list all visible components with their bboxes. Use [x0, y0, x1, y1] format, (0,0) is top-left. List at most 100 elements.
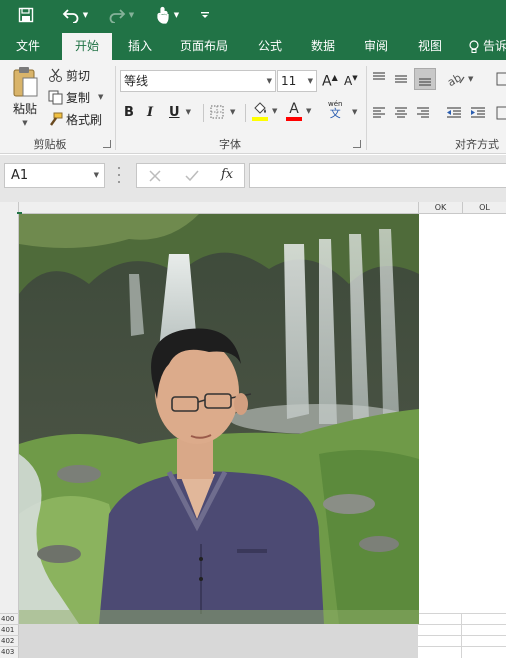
tab-view[interactable]: 视图	[408, 33, 452, 60]
bold-button[interactable]: B	[124, 102, 134, 122]
tab-file[interactable]: 文件	[6, 33, 50, 60]
quick-access-toolbar: ▼ ▼ ▼	[0, 0, 506, 31]
chevron-down-icon[interactable]: ▼	[230, 108, 235, 116]
chevron-down-icon[interactable]: ▼	[98, 93, 103, 101]
chevron-down-icon[interactable]: ▼	[174, 11, 179, 19]
clipboard-dialog-launcher-icon[interactable]	[103, 140, 111, 148]
top-align-button[interactable]	[372, 70, 390, 88]
chevron-down-icon[interactable]: ▼	[186, 108, 191, 116]
middle-align-button[interactable]	[394, 70, 412, 88]
cells-area[interactable]	[418, 614, 506, 658]
fill-color-button[interactable]: ▼	[252, 100, 277, 122]
chevron-down-icon[interactable]: ▼	[267, 71, 272, 91]
tab-page-layout[interactable]: 页面布局	[172, 33, 236, 60]
svg-text:ab: ab	[448, 71, 464, 87]
grow-font-button[interactable]: A▲	[322, 72, 338, 90]
bottom-align-button[interactable]	[414, 68, 436, 90]
tab-formulas[interactable]: 公式	[248, 33, 292, 60]
redo-icon[interactable]: ▼	[104, 4, 138, 26]
formula-bar: A1 ▼ fx	[0, 155, 506, 202]
font-dialog-launcher-icon[interactable]	[353, 140, 361, 148]
divider	[245, 104, 246, 122]
decrease-indent-icon	[447, 107, 461, 118]
chevron-down-icon[interactable]: ▼	[94, 164, 99, 187]
font-color-letter: A	[289, 101, 299, 117]
tell-me-box[interactable]: 告诉	[468, 33, 506, 60]
save-icon[interactable]	[16, 4, 36, 26]
ribbon-tabs: 文件 开始 插入 页面布局 公式 数据 审阅 视图 告诉	[0, 31, 506, 60]
tab-data[interactable]: 数据	[301, 33, 345, 60]
enter-check-icon[interactable]	[185, 170, 199, 182]
formula-bar-grip-icon[interactable]	[118, 167, 122, 183]
formula-input[interactable]	[249, 163, 506, 188]
borders-button[interactable]: ▼	[210, 102, 235, 122]
paint-bucket-icon	[252, 101, 268, 121]
cut-button[interactable]: 剪切	[48, 66, 90, 84]
paste-label: 粘贴	[12, 102, 37, 116]
font-group-label: 字体	[219, 138, 241, 151]
tell-me-label: 告诉	[483, 39, 506, 53]
phonetic-guide-button[interactable]: wén 文	[328, 100, 342, 122]
chevron-down-icon[interactable]: ▼	[306, 107, 311, 115]
undo-icon[interactable]: ▼	[58, 4, 92, 26]
cancel-icon[interactable]	[149, 170, 161, 182]
format-painter-button[interactable]: 格式刷	[48, 110, 102, 128]
customize-qat-icon[interactable]	[198, 4, 212, 26]
worksheet-grid[interactable]: OK OL 400 401 402 403	[0, 202, 506, 658]
row-header[interactable]: 402	[0, 635, 19, 646]
row-header[interactable]: 400	[0, 613, 19, 624]
italic-button[interactable]: I	[147, 102, 153, 122]
paste-button[interactable]: 粘贴 ▼	[8, 66, 42, 132]
phonetic-char: 文	[329, 107, 341, 120]
font-grow-icon: A▲	[322, 72, 338, 90]
underline-button[interactable]: U ▼	[169, 102, 191, 122]
font-name-value: 等线	[124, 74, 149, 88]
orientation-button[interactable]: ab ▼	[448, 70, 473, 88]
shrink-font-button[interactable]: A▼	[344, 72, 358, 90]
font-size-select[interactable]: 11 ▼	[277, 70, 317, 92]
tab-review[interactable]: 审阅	[354, 33, 398, 60]
gridline	[418, 613, 506, 614]
lightbulb-icon	[469, 39, 479, 53]
align-left-button[interactable]	[372, 104, 390, 122]
align-middle-icon	[395, 75, 407, 83]
wrap-text-button[interactable]	[496, 70, 506, 88]
font-color-button[interactable]: A ▼	[286, 100, 311, 122]
merge-center-button[interactable]	[496, 104, 506, 122]
copy-button[interactable]: 复制 ▼	[48, 88, 103, 106]
cut-label: 剪切	[66, 68, 91, 83]
align-right-button[interactable]	[416, 104, 434, 122]
inserted-picture[interactable]	[19, 214, 419, 624]
column-headers: OK OL	[0, 202, 506, 214]
chevron-down-icon[interactable]: ▼	[468, 75, 473, 83]
chevron-down-icon[interactable]: ▼	[83, 11, 88, 19]
tab-home[interactable]: 开始	[62, 33, 112, 60]
chevron-down-icon[interactable]: ▼	[308, 71, 313, 91]
align-center-button[interactable]	[394, 104, 412, 122]
chevron-down-icon[interactable]: ▼	[129, 11, 134, 19]
ribbon-home: 粘贴 ▼ 剪切 复制 ▼ 格式刷 剪贴板 等线 ▼ 11 ▼ A▲ A▼ B I…	[0, 60, 506, 154]
gridline	[418, 624, 506, 625]
insert-function-button[interactable]: fx	[221, 167, 233, 182]
formula-buttons: fx	[136, 163, 245, 188]
align-top-icon	[373, 72, 385, 80]
row-header[interactable]: 403	[0, 646, 19, 657]
wrap-text-icon	[496, 72, 506, 86]
column-header[interactable]: OK	[418, 202, 462, 214]
chevron-down-icon[interactable]: ▼	[272, 107, 277, 115]
decrease-indent-button[interactable]	[446, 104, 466, 122]
name-box[interactable]: A1 ▼	[4, 163, 105, 188]
tab-insert[interactable]: 插入	[118, 33, 162, 60]
column-header[interactable]: OL	[462, 202, 506, 214]
borders-icon	[210, 105, 224, 119]
touch-mode-icon[interactable]: ▼	[151, 4, 183, 26]
font-name-select[interactable]: 等线 ▼	[120, 70, 276, 92]
align-right-icon	[417, 107, 429, 118]
row-header[interactable]: 401	[0, 624, 19, 635]
copy-icon	[48, 90, 63, 104]
chevron-down-icon[interactable]: ▼	[352, 108, 357, 116]
chevron-down-icon[interactable]: ▼	[22, 119, 27, 127]
increase-indent-button[interactable]	[470, 104, 490, 122]
excel-window: ▼ ▼ ▼ 文件 开始 插入 页面布局 公式 数据 审阅 视图 告诉 粘贴 ▼ …	[0, 0, 506, 658]
font-size-value: 11	[281, 74, 297, 88]
